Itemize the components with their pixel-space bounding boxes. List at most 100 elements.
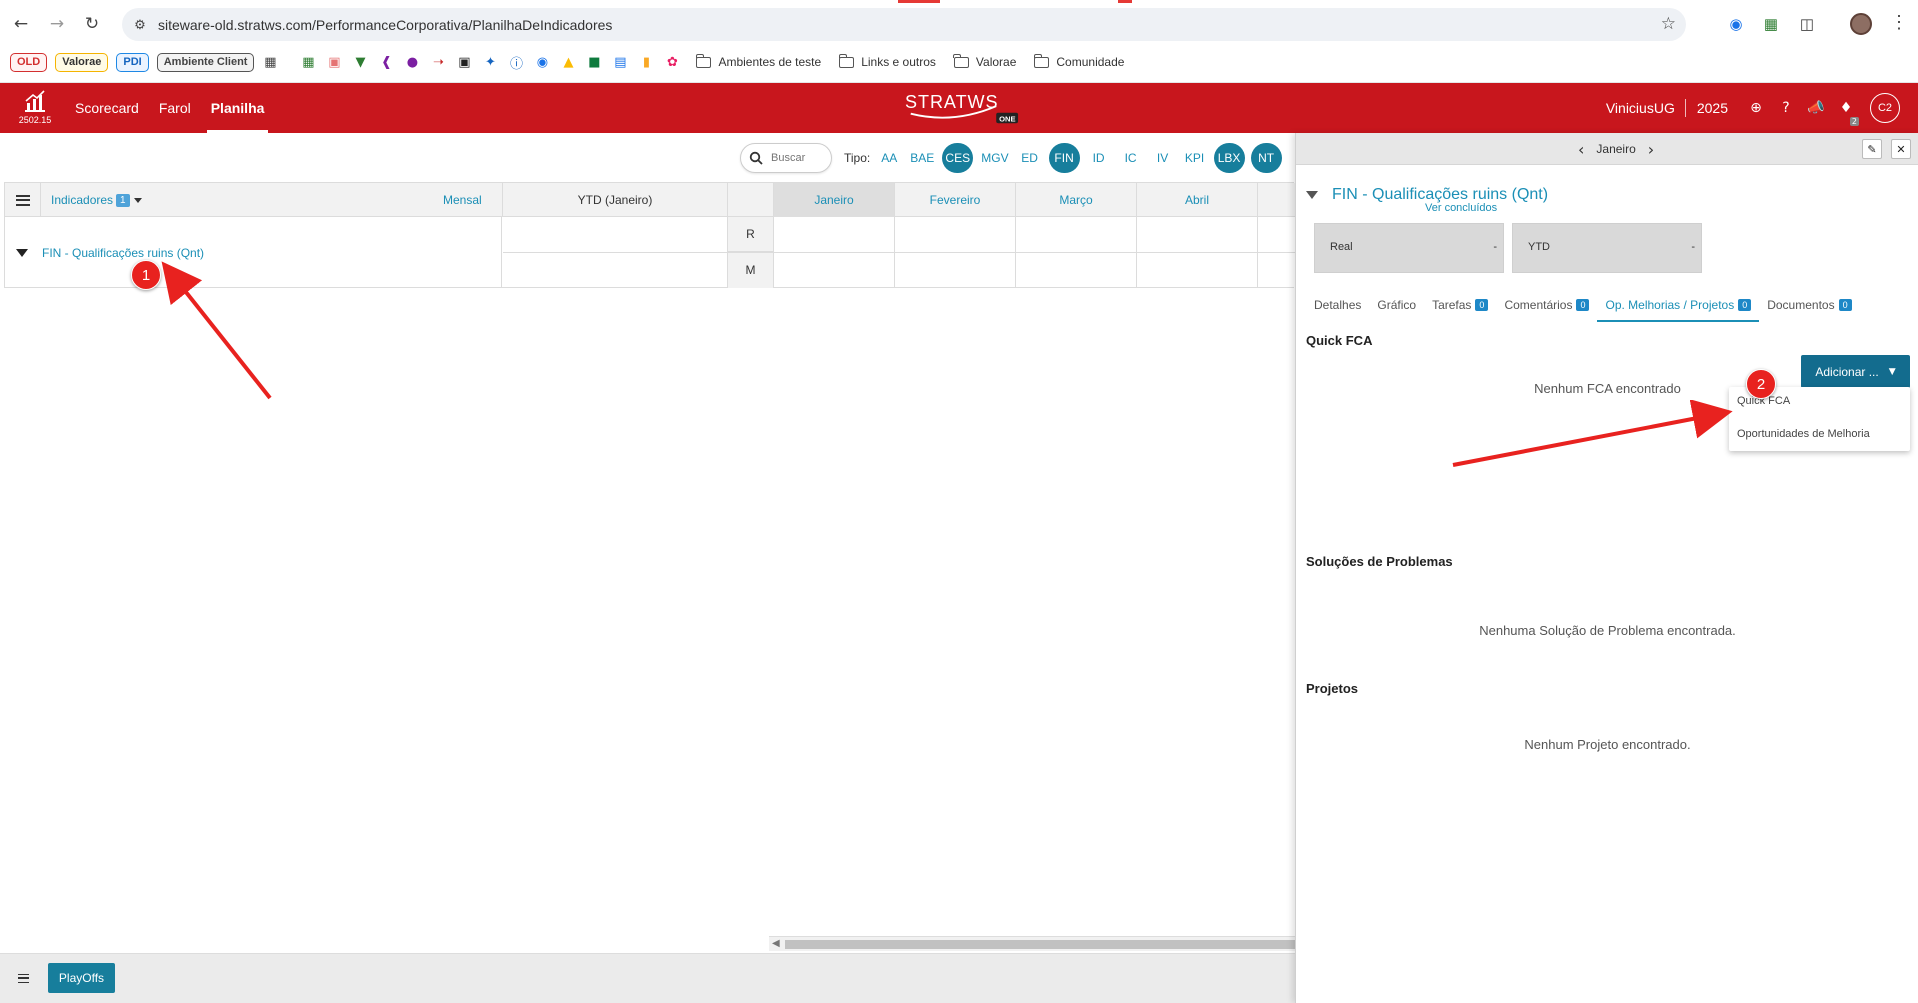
tab-grafico[interactable]: Gráfico (1369, 290, 1424, 320)
bookmark-notion-icon[interactable]: ▣ (456, 54, 472, 70)
app-header: 2502.15 Scorecard Farol Planilha STRATWS… (0, 83, 1918, 133)
panel-tabs: Detalhes Gráfico Tarefas 0 Comentários 0 O… (1306, 290, 1860, 322)
row-label-r: R (728, 217, 774, 252)
bookmark-arc-icon[interactable]: ❰ (378, 54, 394, 70)
notification-count: 2 (1849, 117, 1859, 126)
expand-caret-icon[interactable] (16, 248, 28, 257)
search-input[interactable] (771, 152, 826, 164)
nav-scorecard[interactable]: Scorecard (65, 83, 149, 133)
grid-menu-button[interactable] (5, 183, 41, 217)
tab-tarefas[interactable]: Tarefas 0 (1424, 290, 1496, 320)
next-month-icon[interactable]: › (1648, 140, 1654, 159)
app-logo[interactable]: 2502.15 (17, 89, 53, 129)
brand-sub: ONE (999, 114, 1015, 123)
apps-grid-icon[interactable]: ▦ (262, 54, 278, 70)
help-icon[interactable]: ? (1776, 98, 1796, 118)
type-chip-kpi[interactable]: KPI (1180, 143, 1210, 173)
search-box[interactable] (740, 143, 832, 173)
year-selector[interactable]: 2025 (1697, 100, 1728, 116)
scroll-left-arrow-icon[interactable]: ◀ (772, 938, 780, 949)
nav-planilha[interactable]: Planilha (201, 83, 275, 133)
user-avatar[interactable]: C2 (1870, 93, 1900, 123)
page: ← → ↻ ⚙ siteware-old.stratws.com/Perform… (0, 0, 1918, 1003)
scrollbar-thumb[interactable] (785, 940, 1295, 949)
brand-text: STRATWS (905, 92, 998, 112)
bookmark-drive-icon[interactable]: ▲ (560, 54, 576, 70)
bookmark-translate-icon[interactable]: ◉ (534, 54, 550, 70)
horizontal-scrollbar[interactable]: ◀ (769, 936, 1295, 951)
row-divider (503, 252, 1295, 253)
bookmark-folder-links[interactable]: Links e outros (838, 53, 936, 69)
address-bar[interactable]: ⚙ siteware-old.stratws.com/PerformanceCo… (122, 8, 1686, 41)
bookmark-pin-icon[interactable]: ● (404, 54, 420, 70)
bookmark-arrow-icon[interactable]: ➝ (430, 54, 446, 70)
bookmark-valorae[interactable]: Valorae (55, 52, 109, 72)
type-chip-id[interactable]: ID (1084, 143, 1114, 173)
type-chip-ic[interactable]: IC (1116, 143, 1146, 173)
megaphone-icon[interactable]: 📣 (1806, 98, 1826, 118)
bookmark-sheets-icon[interactable]: ▦ (300, 54, 316, 70)
ver-concluidos-link[interactable]: Ver concluídos (1425, 202, 1497, 214)
type-chip-bae[interactable]: BAE (906, 143, 938, 173)
site-info-icon[interactable]: ⚙ (132, 17, 148, 33)
type-chip-fin[interactable]: FIN (1048, 143, 1080, 173)
indicators-header[interactable]: Indicadores 1 (51, 183, 142, 217)
type-chip-ed[interactable]: ED (1015, 143, 1045, 173)
type-chip-ces[interactable]: CES (942, 143, 974, 173)
nav-farol[interactable]: Farol (149, 83, 201, 133)
add-circle-icon[interactable]: ⊕ (1746, 98, 1766, 118)
browser-profile-avatar[interactable] (1850, 13, 1872, 35)
period-selector[interactable]: Mensal (443, 183, 482, 217)
reload-icon[interactable]: ↻ (81, 13, 103, 35)
edit-pencil-icon[interactable]: ✎ (1862, 139, 1882, 159)
tab-detalhes[interactable]: Detalhes (1306, 290, 1369, 320)
bookmark-old[interactable]: OLD (10, 52, 48, 72)
type-chip-nt[interactable]: NT (1250, 143, 1282, 173)
bookmark-copilot-icon[interactable]: ✿ (664, 54, 680, 70)
tab-label: Gráfico (1377, 298, 1417, 312)
close-icon[interactable]: ✕ (1891, 139, 1911, 159)
prev-month-icon[interactable]: ‹ (1578, 140, 1584, 159)
tab-op-melhorias-projetos[interactable]: Op. Melhorias / Projetos 0 (1597, 290, 1759, 322)
type-chip-iv[interactable]: IV (1148, 143, 1178, 173)
bookmark-folder-comunidade[interactable]: Comunidade (1033, 53, 1124, 69)
folder-label: Valorae (975, 55, 1017, 69)
bookmark-chart-icon[interactable]: ▮ (638, 54, 654, 70)
browser-menu-icon[interactable]: ⋮ (1890, 12, 1908, 33)
type-chip-aa[interactable]: AA (874, 143, 904, 173)
month-header-janeiro[interactable]: Janeiro (774, 183, 895, 217)
menu-item-oportunidades[interactable]: Oportunidades de Melhoria (1737, 428, 1870, 440)
month-navigator: ‹ Janeiro › (1566, 133, 1666, 165)
month-header-marco[interactable]: Março (1016, 183, 1137, 217)
notification-bell-icon[interactable]: ♦ 2 (1836, 98, 1859, 126)
type-filter-bar: Tipo: AA BAE CES MGV ED FIN ID IC IV KPI… (740, 143, 1286, 173)
month-header-abril[interactable]: Abril (1137, 183, 1258, 217)
bookmark-docs-icon[interactable]: ▤ (612, 54, 628, 70)
bookmark-info-icon[interactable]: ⓘ (508, 54, 524, 72)
add-button-label: Adicionar ... (1815, 364, 1879, 379)
type-chip-lbx[interactable]: LBX (1213, 143, 1245, 173)
type-chip-mgv[interactable]: MGV (977, 143, 1012, 173)
url-text[interactable]: siteware-old.stratws.com/PerformanceCorp… (158, 17, 612, 33)
collapse-caret-icon[interactable] (1306, 191, 1318, 199)
bookmark-pdi[interactable]: PDI (116, 52, 149, 72)
extension-translate-icon[interactable]: ◉ (1725, 13, 1747, 35)
bookmark-gift-icon[interactable]: ▣ (326, 54, 342, 70)
extension-grid-icon[interactable]: ▦ (1760, 13, 1782, 35)
tab-documentos[interactable]: Documentos 0 (1759, 290, 1859, 320)
bookmark-folder-valorae[interactable]: Valorae (953, 53, 1017, 69)
extensions-puzzle-icon[interactable]: ◫ (1796, 13, 1818, 35)
bookmark-v-icon[interactable]: ▼ (352, 54, 368, 70)
month-header-fevereiro[interactable]: Fevereiro (895, 183, 1016, 217)
bottom-menu-icon[interactable] (18, 974, 29, 983)
user-name[interactable]: ViniciusUG (1606, 100, 1675, 116)
bookmark-star-icon[interactable]: ☆ (1661, 14, 1676, 34)
bookmark-ambiente-client[interactable]: Ambiente Client (156, 52, 255, 72)
bookmark-meet-icon[interactable]: ■ (586, 54, 602, 70)
forward-icon[interactable]: → (46, 13, 68, 35)
back-icon[interactable]: ← (10, 13, 32, 35)
bookmark-folder-ambientes[interactable]: Ambientes de teste (695, 53, 821, 69)
tab-comentarios[interactable]: Comentários 0 (1496, 290, 1597, 320)
bookmark-bird-icon[interactable]: ✦ (482, 54, 498, 70)
playoffs-button[interactable]: PlayOffs (48, 963, 115, 993)
